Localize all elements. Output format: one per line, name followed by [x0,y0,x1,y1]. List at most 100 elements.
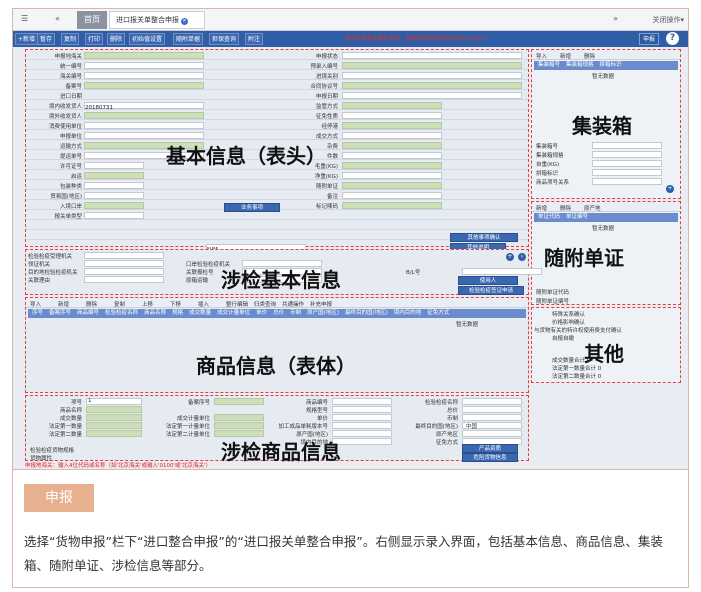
basic-right-input[interactable] [342,92,522,99]
goods-column-header[interactable]: 检验检疫名称 [105,310,138,316]
help-icon[interactable]: ? [666,32,679,45]
goods-toolbar-button[interactable]: 共通操作 [282,300,304,308]
product-qualification-button[interactable]: 产品资质 [462,444,518,453]
basic-right-input[interactable] [342,102,442,109]
tab-home[interactable]: 首页 [77,11,107,29]
toolbar-button[interactable]: 附注 [245,33,264,45]
goods-detail-input[interactable] [462,398,522,405]
container-field-input[interactable] [592,142,662,149]
basic-field-input[interactable] [84,82,204,89]
goods-column-header[interactable]: 币制 [290,310,301,316]
column-header[interactable]: 拼箱标识 [600,62,622,68]
basic-field-input[interactable] [84,192,144,199]
toolbar-button[interactable]: 担保查询 [209,33,240,45]
goods-detail-input[interactable] [86,398,142,405]
goods-toolbar-button[interactable]: 导入 [30,300,41,308]
user-button[interactable]: 使用人 [458,276,518,285]
basic-right-input[interactable] [342,122,442,129]
goods-column-header[interactable]: 商品名称 [144,310,166,316]
goods-detail-input[interactable] [332,438,392,445]
goods-toolbar-button[interactable]: 插入 [198,300,209,308]
basic-right-input[interactable] [342,192,442,199]
goods-column-header[interactable]: 征免方式 [427,310,449,316]
goods-toolbar-button[interactable]: 复制 [114,300,125,308]
goods-detail-input[interactable] [332,406,392,413]
basic-field-input[interactable] [84,182,144,189]
inspection-field-input[interactable] [462,268,542,275]
basic-right-input[interactable] [342,142,442,149]
basic-right-input[interactable] [342,112,442,119]
inspection-field-input[interactable] [84,276,164,283]
basic-right-input[interactable] [342,152,442,159]
dangerous-goods-button[interactable]: 危险货物信息 [462,453,518,462]
column-header[interactable]: 单证代码 [538,214,560,220]
basic-field-input[interactable] [84,202,144,209]
goods-column-header[interactable]: 最终目的国(地区) [345,310,388,316]
close-icon[interactable]: ✕ [181,18,188,25]
goods-detail-input[interactable] [462,414,522,421]
toolbar-button[interactable]: 打印 [85,33,104,45]
other-confirm-button[interactable]: 其他事项确认 [450,233,518,242]
toolbar-button[interactable]: 随附单据 [173,33,204,45]
goods-column-header[interactable]: 总价 [273,310,284,316]
basic-right-input[interactable] [342,82,522,89]
goods-column-header[interactable]: 序号 [32,310,43,316]
basic-field-input[interactable] [84,52,204,59]
basic-right-input[interactable] [342,202,442,209]
goods-detail-input[interactable] [332,398,392,405]
goods-detail-input[interactable] [214,414,264,421]
column-header[interactable]: 单证编号 [566,214,588,220]
inspection-field-input[interactable] [84,268,164,275]
container-field-input[interactable] [592,169,662,176]
basic-right-input[interactable] [342,52,522,59]
basic-field-input[interactable] [84,62,204,69]
goods-column-header[interactable]: 成交计量单位 [217,310,250,316]
goods-detail-input[interactable] [86,430,142,437]
back-icon[interactable]: « [55,14,60,23]
container-import-button[interactable]: 导入 [536,52,547,60]
basic-right-input[interactable] [342,132,442,139]
toolbar-button[interactable]: 初始值设置 [129,33,166,45]
basic-field-input[interactable] [84,172,144,179]
basic-right-input[interactable] [342,172,442,179]
goods-detail-input[interactable] [332,422,392,429]
goods-column-header[interactable]: 备案序号 [49,310,71,316]
column-header[interactable]: 集装箱规格 [566,62,594,68]
submit-button[interactable]: 申报 [639,33,660,45]
goods-toolbar-button[interactable]: 新增 [58,300,69,308]
basic-field-input[interactable] [84,132,204,139]
goods-toolbar-button[interactable]: 下移 [170,300,181,308]
attached-origin-button[interactable]: 原产地 [584,204,601,212]
inspection-visa-button[interactable]: 检验检疫签证申请 [458,286,524,295]
toolbar-button[interactable]: 删除 [107,33,126,45]
goods-toolbar-button[interactable]: 归类查询 [254,300,276,308]
container-field-input[interactable] [592,178,662,185]
container-add-icon[interactable]: + [666,185,674,193]
goods-detail-input[interactable] [462,406,522,413]
toolbar-button[interactable]: 复制 [61,33,80,45]
tab-import-declaration[interactable]: 进口报关单整合申报 ✕ [109,11,205,29]
business-items-button[interactable]: 业务事项 [224,203,280,212]
goods-detail-input[interactable] [332,414,392,421]
container-field-input[interactable] [592,160,662,167]
basic-right-input[interactable] [342,182,442,189]
basic-field-input[interactable] [84,212,144,219]
inspection-field-input[interactable] [84,260,164,267]
inspection-next-icon[interactable]: › [518,253,526,261]
goods-detail-input[interactable] [462,430,522,437]
basic-right-input[interactable] [342,62,522,69]
goods-toolbar-button[interactable]: 整行编辑 [226,300,248,308]
basic-field-input[interactable] [84,122,204,129]
goods-detail-input[interactable] [332,430,392,437]
basic-right-input[interactable] [342,162,442,169]
goods-toolbar-button[interactable]: 补充申报 [310,300,332,308]
inspection-field-input[interactable] [84,252,164,259]
goods-detail-input[interactable] [214,422,264,429]
goods-column-header[interactable]: 规格 [172,310,183,316]
attached-delete-button[interactable]: 删除 [560,204,571,212]
goods-column-header[interactable]: 原产国(地区) [307,310,339,316]
container-field-input[interactable] [592,151,662,158]
import-date-field[interactable]: 20180731 [84,102,204,111]
close-operations-dropdown[interactable]: 关闭操作▾ [652,15,684,25]
toolbar-button[interactable]: 暂存 [37,33,56,45]
